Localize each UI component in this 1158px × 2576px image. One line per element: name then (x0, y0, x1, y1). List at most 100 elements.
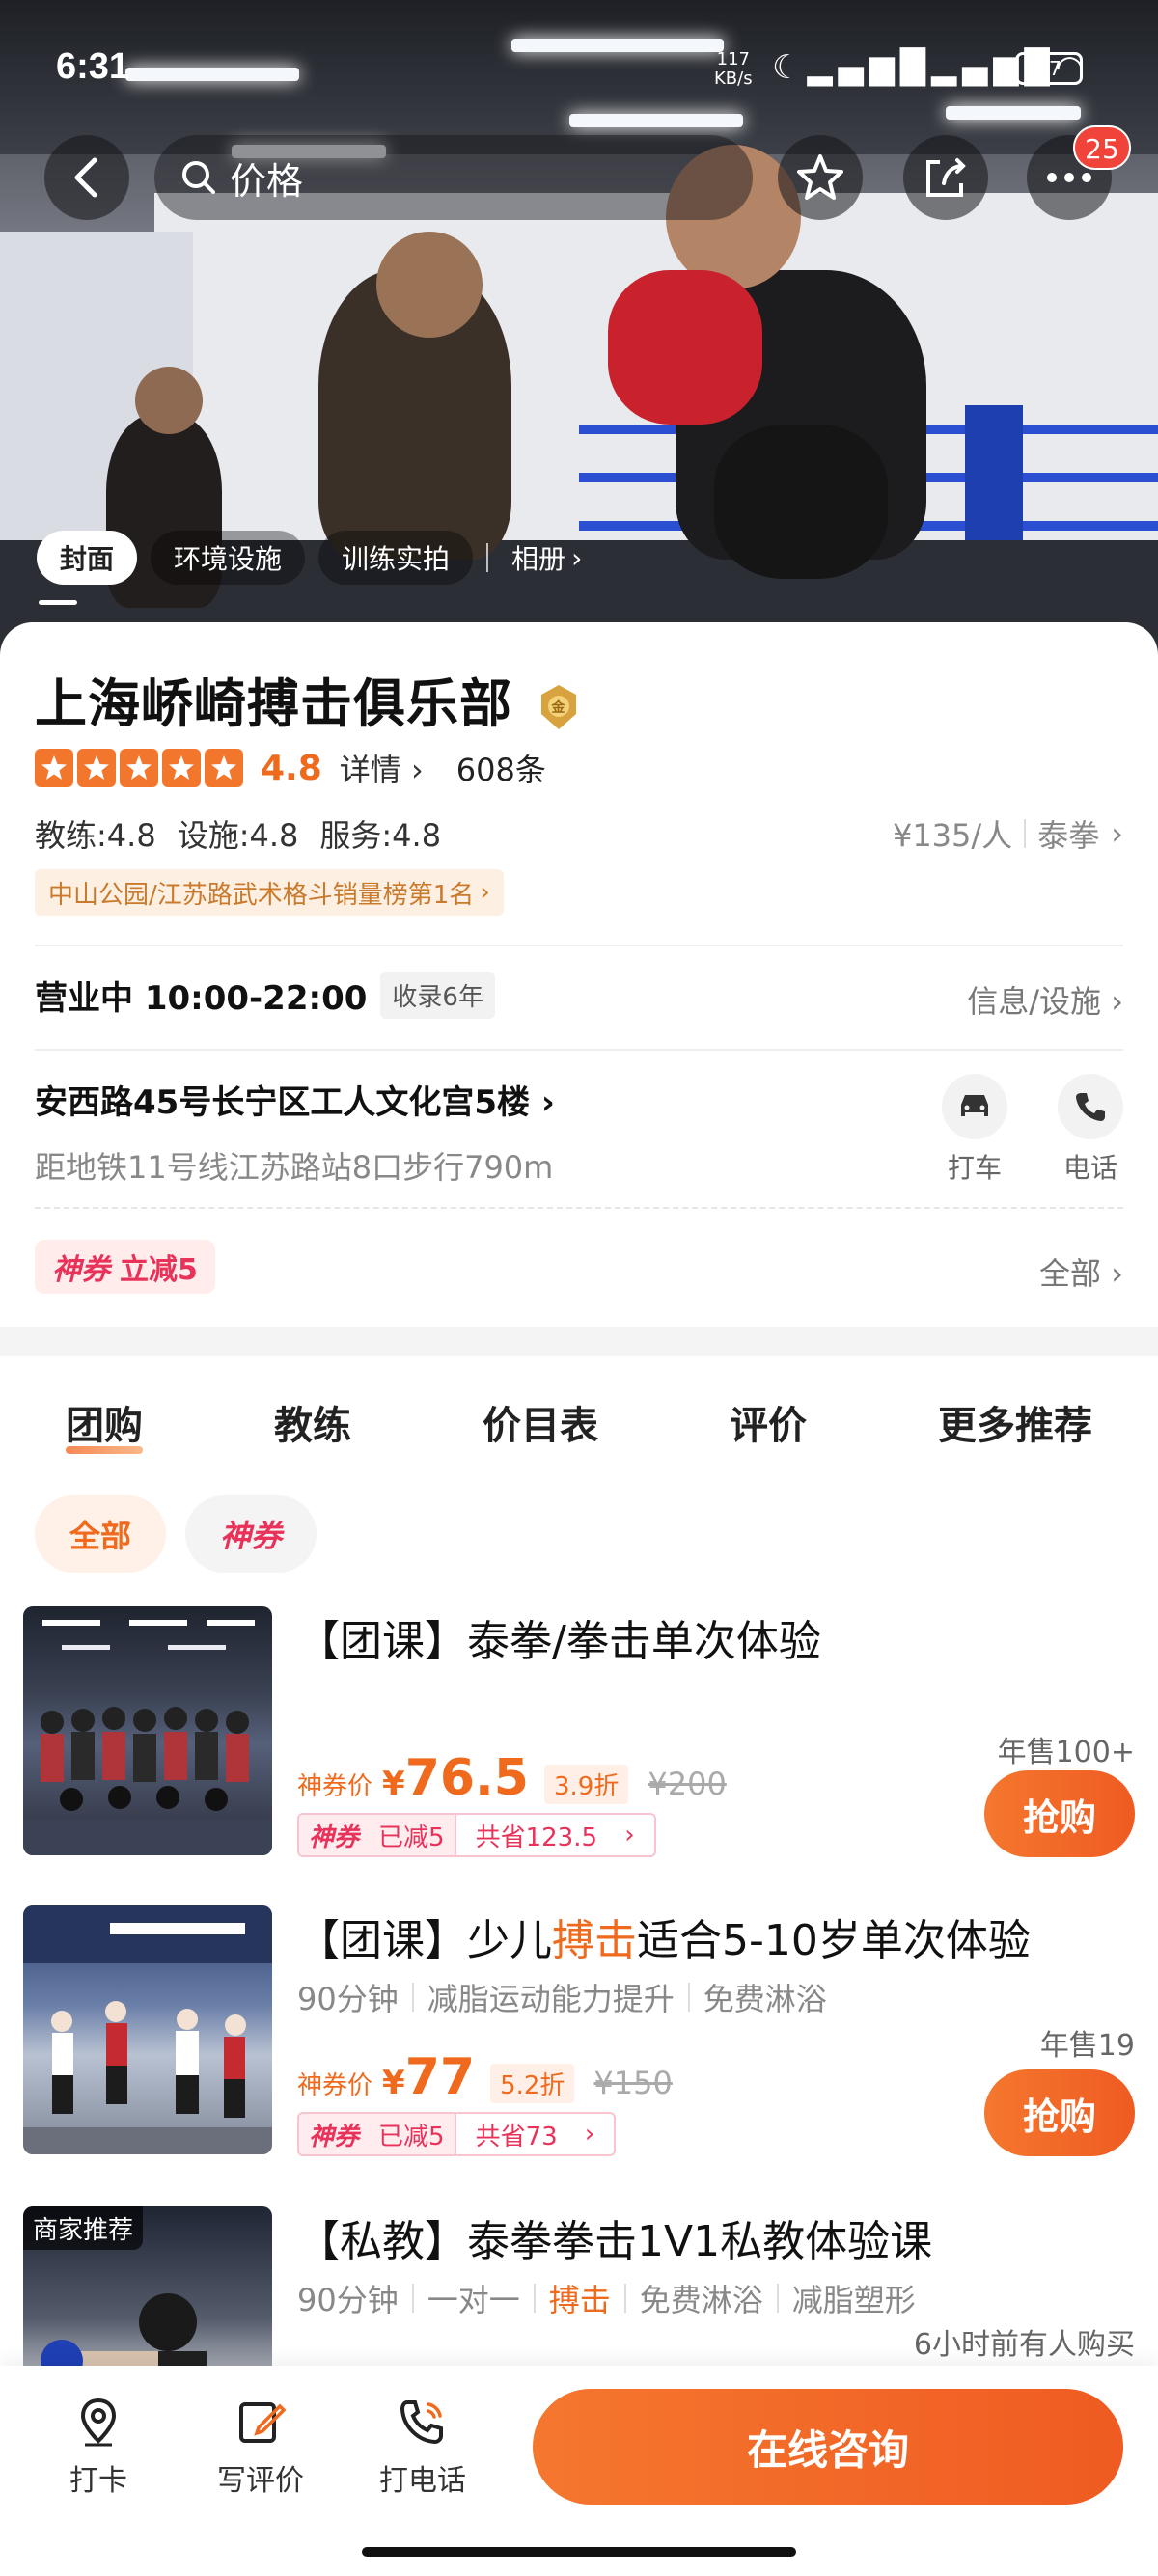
sub-score-facility: 设施:4.8 (177, 817, 299, 854)
deal-price-value: 77 (404, 2048, 476, 2106)
deal-price-row: 神券价 ¥76.5 3.9折 ¥200 (297, 1749, 727, 1807)
filter-all[interactable]: 全部 (35, 1495, 167, 1573)
deal-tag: 90分钟 (297, 2282, 399, 2318)
shop-name-text: 上海峤崎搏击俱乐部 (35, 673, 512, 734)
chevron-right-icon: › (584, 2120, 595, 2149)
deal-title: 【私教】泰拳拳击1V1私教体验课 (297, 2217, 933, 2266)
back-button[interactable] (44, 135, 129, 220)
deal-price-row: 神券价 ¥77 5.2折 ¥150 (297, 2048, 673, 2106)
star-icon (797, 154, 843, 200)
coupon-all-link[interactable]: 全部 › (1039, 1249, 1123, 1294)
rating-detail-label: 详情 (339, 752, 401, 788)
deal-tag: 减脂运动能力提升 (427, 1981, 675, 2017)
star-icon (77, 749, 116, 787)
tab-price-list[interactable]: 价目表 (473, 1394, 608, 1450)
discount-badge: 5.2折 (490, 2064, 575, 2103)
share-icon (926, 158, 966, 197)
dashed-divider (35, 1207, 1123, 1209)
rating-score: 4.8 (261, 748, 322, 788)
tab-coach[interactable]: 教练 (264, 1394, 361, 1450)
phone-button[interactable]: 电话 (1052, 1074, 1129, 1186)
deal-tag: 一对一 (427, 2282, 520, 2318)
rating-stars (35, 749, 243, 787)
album-link-label: 相册 (511, 543, 566, 575)
chevron-right-icon: › (1111, 815, 1123, 852)
buy-button[interactable]: 抢购 (984, 1770, 1135, 1857)
write-review-button[interactable]: 写评价 (183, 2395, 338, 2499)
rating-detail-link[interactable]: 详情 › (340, 746, 424, 790)
price-category[interactable]: ¥135/人 泰拳 › (893, 811, 1123, 856)
rating-row[interactable]: 4.8 详情 › 608条 (35, 746, 546, 790)
sub-score-service: 服务:4.8 (319, 817, 442, 854)
savings-tag: 神券 已减5 共省73 › (297, 2112, 617, 2156)
tab-group-buy[interactable]: 团购 (56, 1394, 152, 1454)
rank-badge[interactable]: 中山公园/江苏路武术格斗销量榜第1名 › (35, 869, 504, 916)
recent-purchase: 6小时前有人购买 (913, 2328, 1135, 2362)
search-box[interactable]: 价格 (154, 135, 753, 220)
more-icon (1047, 173, 1091, 182)
taxi-label: 打车 (947, 1152, 1002, 1184)
online-consult-button[interactable]: 在线咨询 (533, 2389, 1123, 2505)
star-icon (35, 749, 73, 787)
deal-title: 【团课】少儿搏击适合5-10岁单次体验 (297, 1905, 1031, 1967)
address-link[interactable]: 安西路45号长宁区工人文化宫5楼 › (35, 1076, 555, 1123)
deal-title-part: 【团课】少儿 (297, 1916, 552, 1965)
share-button[interactable] (903, 135, 988, 220)
favorite-button[interactable] (778, 135, 863, 220)
deal-tag: 减脂塑形 (791, 2282, 916, 2318)
section-gap (0, 1327, 1158, 1356)
back-arrow-icon (74, 157, 97, 198)
savings-total-text: 共省73 (475, 2122, 558, 2151)
deal-item[interactable]: 【团课】少儿搏击适合5-10岁单次体验 90分钟 减脂运动能力提升 免费淋浴 神… (0, 1905, 1158, 2195)
sold-count: 年售100+ (997, 1736, 1135, 1769)
filter-shen-coupon[interactable]: 神券 (185, 1495, 317, 1573)
sub-scores: 教练:4.8 设施:4.8 服务:4.8 (35, 811, 441, 856)
divider (35, 1049, 1123, 1051)
album-tab-environment[interactable]: 环境设施 (151, 531, 306, 585)
svg-text:金: 金 (550, 699, 565, 716)
coupon-brand: 神券 (52, 1253, 110, 1287)
taxi-button[interactable]: 打车 (936, 1074, 1013, 1186)
sold-count: 年售19 (1039, 2029, 1135, 2063)
album-tab-training[interactable]: 训练实拍 (318, 531, 474, 585)
net-speed-unit: KB/s (714, 69, 753, 89)
deal-price: ¥76.5 (382, 1749, 529, 1807)
coupon-pill[interactable]: 神券 立减5 (35, 1240, 215, 1294)
avg-price: ¥135/人 (892, 817, 1013, 854)
review-count: 608条 (455, 752, 546, 788)
shop-name: 上海峤崎搏击俱乐部 金 (35, 661, 580, 737)
coupon-amount: 立减5 (120, 1253, 198, 1287)
savings-brand: 神券 (299, 1815, 370, 1855)
original-price: ¥150 (593, 2065, 673, 2101)
discount-badge: 3.9折 (544, 1765, 629, 1804)
album-tabs: 封面 环境设施 训练实拍 相册 › (37, 531, 592, 585)
search-icon (182, 161, 215, 194)
info-facility-link[interactable]: 信息/设施 › (967, 977, 1123, 1022)
album-tab-cover[interactable]: 封面 (37, 531, 138, 585)
bottom-action-bar: 打卡 写评价 打电话 在线咨询 (0, 2366, 1158, 2576)
car-icon (942, 1074, 1007, 1139)
call-button[interactable]: 打电话 (345, 2395, 500, 2499)
savings-reduced: 已减5 (369, 2114, 456, 2154)
album-separator (486, 543, 489, 572)
album-link[interactable]: 相册 › (502, 531, 592, 585)
tab-reviews[interactable]: 评价 (720, 1394, 816, 1450)
battery-icon: 47 (1015, 52, 1083, 85)
listed-years-tag: 收录6年 (380, 972, 495, 1019)
tab-more[interactable]: 更多推荐 (928, 1394, 1102, 1450)
shop-info-card: 上海峤崎搏击俱乐部 金 4.8 详情 › 608条 教练:4.8 设施:4.8 … (0, 622, 1158, 1327)
chevron-right-icon: › (410, 752, 424, 788)
rank-text: 中山公园/江苏路武术格斗销量榜第1名 (48, 880, 475, 910)
checkin-button[interactable]: 打卡 (21, 2395, 176, 2499)
phone-icon (1058, 1074, 1123, 1139)
buy-button[interactable]: 抢购 (984, 2069, 1135, 2156)
chevron-right-icon: › (624, 1821, 635, 1850)
savings-reduced: 已减5 (369, 1815, 456, 1855)
deal-item[interactable]: 【团课】泰拳/拳击单次体验 神券价 ¥76.5 3.9折 ¥200 神券 已减5… (0, 1606, 1158, 1896)
savings-total-text: 共省123.5 (475, 1822, 597, 1852)
metro-distance: 距地铁11号线江苏路站8口步行790m (35, 1149, 554, 1186)
currency-symbol: ¥ (382, 1765, 405, 1803)
coupon-all-label: 全部 (1039, 1255, 1102, 1292)
merchant-recommend-tag: 商家推荐 (23, 2206, 144, 2250)
separator (687, 1983, 690, 2012)
